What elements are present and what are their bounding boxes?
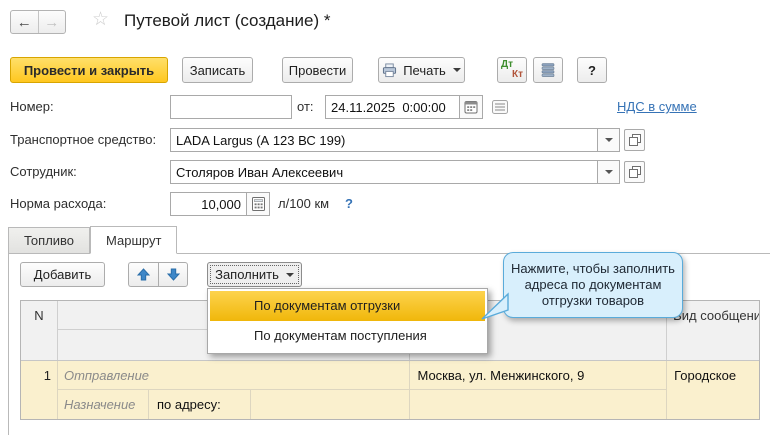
forward-button[interactable]: → bbox=[39, 11, 66, 33]
departure-type-label: Отправление bbox=[64, 368, 149, 383]
address-cell: Москва, ул. Менжинского, 9 bbox=[410, 361, 667, 419]
chevron-down-icon bbox=[286, 273, 294, 277]
rate-input[interactable] bbox=[170, 192, 247, 216]
rate-label: Норма расхода: bbox=[10, 196, 106, 211]
vehicle-input[interactable] bbox=[170, 128, 598, 152]
fill-button-label: Заполнить bbox=[215, 267, 279, 282]
post-and-close-button[interactable]: Провести и закрыть bbox=[10, 57, 168, 83]
favorites-star-icon[interactable]: ☆ bbox=[92, 9, 109, 31]
calendar-icon bbox=[464, 100, 478, 114]
destination-type-label: Назначение bbox=[64, 397, 135, 412]
number-label: Номер: bbox=[10, 99, 54, 114]
route-point-cell: Отправление Назначение по адресу: bbox=[58, 361, 411, 419]
arrow-down-icon bbox=[167, 268, 180, 281]
calculator-icon bbox=[252, 197, 265, 211]
related-documents-button[interactable] bbox=[491, 99, 509, 115]
history-nav-group: ← → bbox=[10, 10, 66, 34]
rate-help-icon[interactable]: ? bbox=[345, 196, 353, 211]
back-icon: ← bbox=[17, 14, 32, 31]
number-input[interactable] bbox=[170, 95, 292, 119]
row-number-cell[interactable]: 1 bbox=[21, 361, 58, 419]
printer-icon bbox=[382, 63, 397, 78]
destination-mode-label: по адресу: bbox=[157, 397, 221, 412]
write-button[interactable]: Записать bbox=[182, 57, 253, 83]
open-form-icon bbox=[629, 166, 641, 178]
register-stack-icon bbox=[541, 62, 555, 78]
chevron-down-icon bbox=[605, 170, 613, 174]
chevron-down-icon bbox=[605, 138, 613, 142]
vehicle-combo bbox=[170, 128, 620, 152]
move-buttons-group bbox=[128, 262, 188, 287]
post-button[interactable]: Провести bbox=[282, 57, 353, 83]
move-up-button[interactable] bbox=[128, 262, 158, 287]
destination-subrow: Назначение по адресу: bbox=[58, 390, 410, 419]
employee-label: Сотрудник: bbox=[10, 164, 77, 179]
destination-cell[interactable]: Назначение bbox=[58, 390, 149, 419]
date-input[interactable] bbox=[325, 95, 460, 119]
waybill-form-window: ← → ☆ Путевой лист (создание) * Провести… bbox=[0, 0, 770, 435]
move-down-button[interactable] bbox=[158, 262, 188, 287]
hint-tooltip: Нажмите, чтобы заполнить адреса по докум… bbox=[503, 252, 683, 318]
tooltip-tail bbox=[480, 291, 510, 321]
open-form-icon bbox=[629, 134, 641, 146]
employee-open-button[interactable] bbox=[624, 161, 645, 183]
fill-menu-button[interactable]: Заполнить bbox=[207, 262, 302, 287]
page-title: Путевой лист (создание) * bbox=[124, 11, 330, 31]
panel-left-border bbox=[8, 253, 9, 435]
departure-address-cell[interactable]: Москва, ул. Менжинского, 9 bbox=[410, 361, 666, 390]
vehicle-label: Транспортное средство: bbox=[10, 132, 156, 147]
print-button[interactable]: Печать bbox=[378, 57, 465, 83]
tab-strip: Топливо Маршрут bbox=[8, 226, 770, 254]
vat-mode-link[interactable]: НДС в сумме bbox=[617, 99, 697, 114]
calculator-button[interactable] bbox=[247, 192, 270, 216]
forward-icon: → bbox=[44, 14, 59, 31]
menu-item-by-shipment-documents[interactable]: По документам отгрузки bbox=[210, 291, 485, 321]
fill-dropdown-menu: По документам отгрузки По документам пос… bbox=[207, 288, 488, 354]
journal-lines-icon bbox=[492, 100, 508, 114]
dtkt-icon: Дт Кт bbox=[501, 60, 523, 80]
vehicle-open-button[interactable] bbox=[624, 129, 645, 151]
print-button-label: Печать bbox=[403, 63, 446, 78]
tab-fuel[interactable]: Топливо bbox=[8, 227, 90, 253]
message-kind-cell[interactable]: Городское bbox=[667, 361, 759, 419]
employee-input[interactable] bbox=[170, 160, 598, 184]
employee-dropdown-button[interactable] bbox=[598, 160, 620, 184]
table-row: 1 Отправление Назначение по адресу: Моск… bbox=[21, 360, 759, 419]
dtkt-button[interactable]: Дт Кт bbox=[497, 57, 527, 83]
rate-unit-label: л/100 км bbox=[278, 196, 329, 211]
menu-item-by-receipt-documents[interactable]: По документам поступления bbox=[210, 321, 485, 351]
vehicle-dropdown-button[interactable] bbox=[598, 128, 620, 152]
tooltip-line: адреса по документам bbox=[525, 277, 662, 293]
employee-combo bbox=[170, 160, 620, 184]
arrow-up-icon bbox=[137, 268, 150, 281]
header-cell-number: N bbox=[21, 301, 58, 360]
calendar-picker-button[interactable] bbox=[460, 95, 483, 119]
chevron-down-icon bbox=[453, 68, 461, 72]
help-button[interactable]: ? bbox=[577, 57, 607, 83]
tooltip-line: Нажмите, чтобы заполнить bbox=[511, 261, 675, 277]
destination-empty-cell[interactable] bbox=[251, 390, 410, 419]
departure-address-text: Москва, ул. Менжинского, 9 bbox=[417, 368, 584, 383]
register-records-button[interactable] bbox=[533, 57, 563, 83]
add-row-button[interactable]: Добавить bbox=[20, 262, 105, 287]
back-button[interactable]: ← bbox=[11, 11, 39, 33]
tab-route[interactable]: Маршрут bbox=[90, 226, 177, 254]
departure-cell[interactable]: Отправление bbox=[58, 361, 410, 390]
tooltip-line: отгрузки товаров bbox=[542, 293, 644, 309]
date-prefix-label: от: bbox=[297, 99, 314, 114]
destination-address-cell[interactable] bbox=[410, 390, 666, 419]
destination-mode-cell[interactable]: по адресу: bbox=[149, 390, 251, 419]
